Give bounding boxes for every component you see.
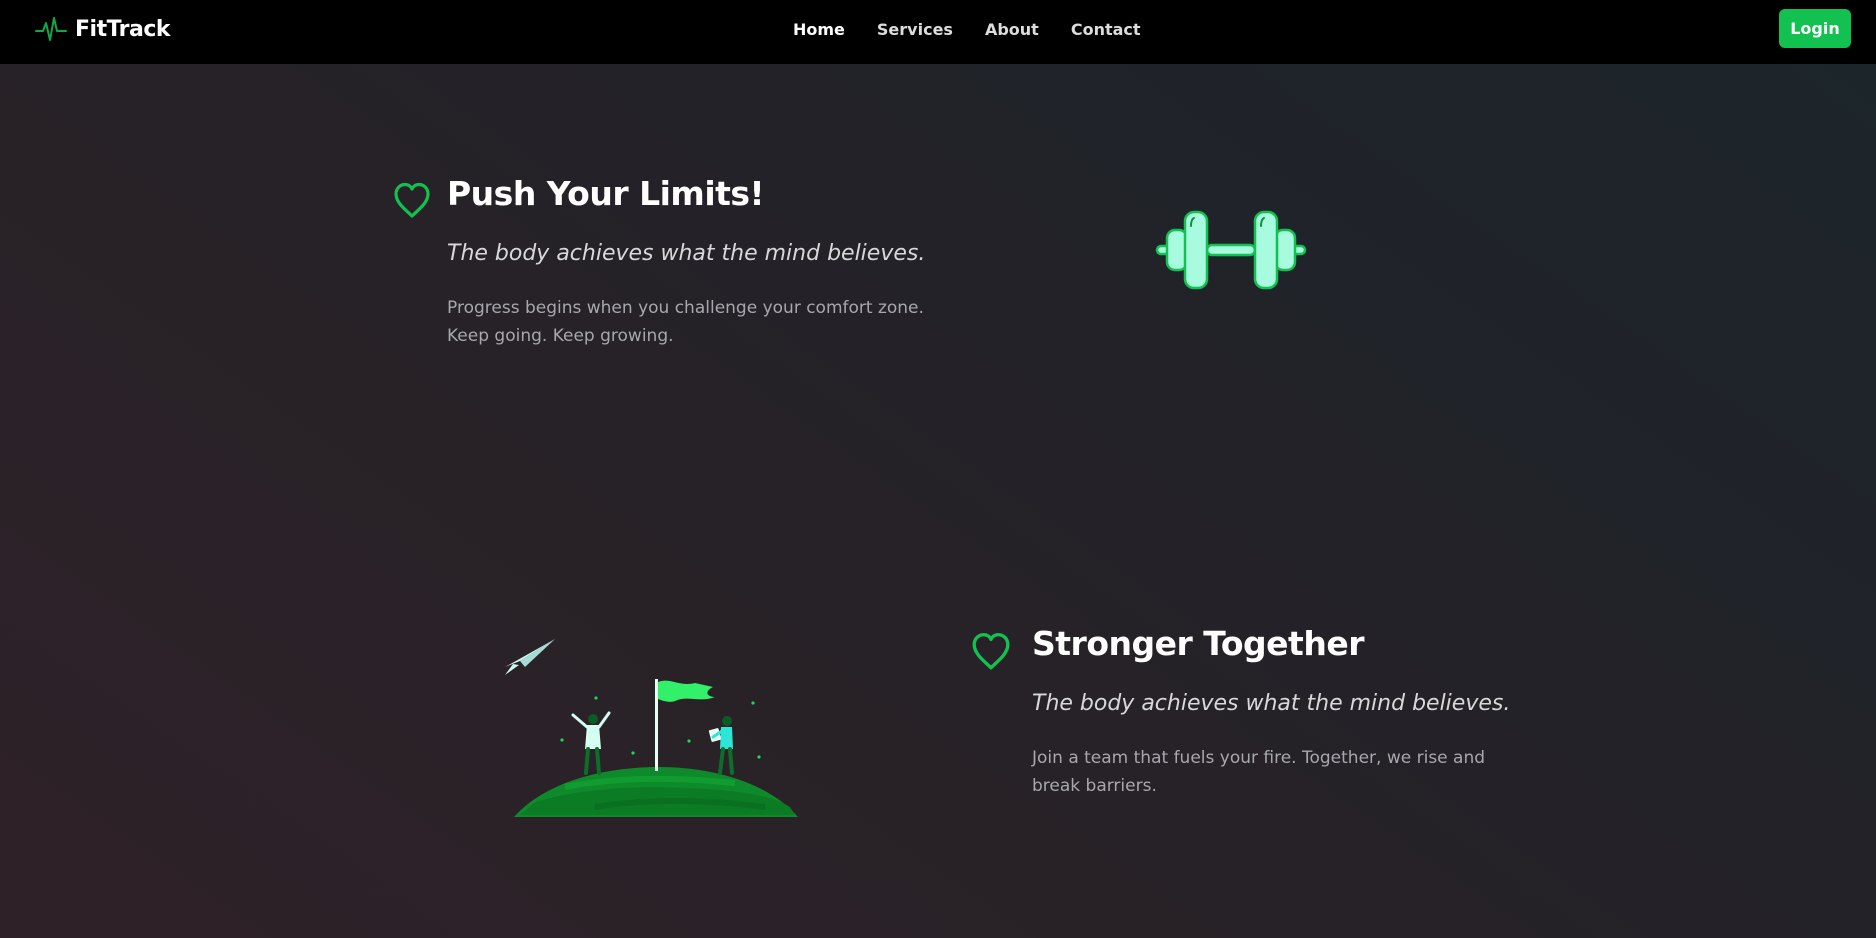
section-title-push-your-limits: Push Your Limits! [447,174,765,213]
nav-services-link[interactable]: Services [877,20,953,39]
heart-icon [972,632,1010,670]
section-body: Progress begins when you challenge your … [447,294,924,350]
section-body-line: Progress begins when you challenge your … [447,298,924,318]
section-body-line: break barriers. [1032,776,1157,796]
nav-about-link[interactable]: About [985,20,1039,39]
nav-contact-link[interactable]: Contact [1071,20,1141,39]
section-body-line: Keep going. Keep growing. [447,326,674,346]
login-button[interactable]: Login [1779,9,1851,48]
brand-logo[interactable]: FitTrack [35,0,171,58]
section-title-stronger-together: Stronger Together [1032,624,1364,663]
summit-flag-illustration [505,639,798,817]
section-quote: The body achieves what the mind believes… [1032,691,1511,716]
main-nav: Home Services About Contact [793,0,1141,58]
pulse-icon [35,17,67,41]
section-quote: The body achieves what the mind believes… [447,241,926,266]
nav-home-link[interactable]: Home [793,20,845,39]
section-body-line: Join a team that fuels your fire. Togeth… [1032,748,1486,768]
brand-name: FitTrack [75,16,171,42]
heart-icon [394,182,430,218]
dumbbell-icon [1155,210,1307,290]
section-body: Join a team that fuels your fire. Togeth… [1032,744,1485,800]
top-navbar: FitTrack Home Services About Contact Log… [0,0,1876,64]
